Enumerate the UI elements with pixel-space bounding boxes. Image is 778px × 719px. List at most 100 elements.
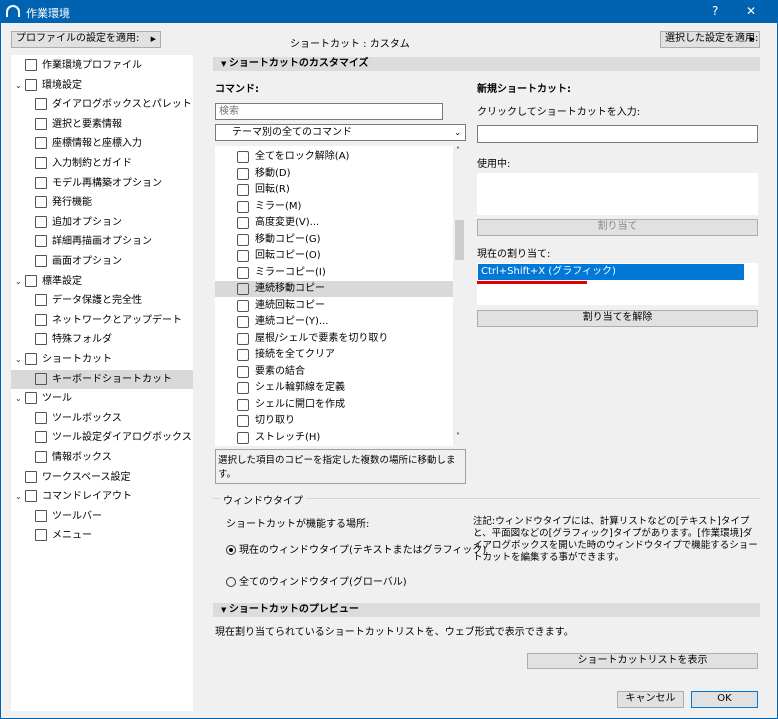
in-use-label: 使用中: bbox=[477, 159, 511, 170]
apply-selected-label: 選択した設定を適用: bbox=[665, 33, 759, 44]
in-use-list[interactable] bbox=[477, 173, 758, 215]
radio-all-window-types[interactable]: 全てのウィンドウタイプ(グローバル) bbox=[226, 573, 407, 588]
command-item[interactable]: 要素の結合 bbox=[215, 364, 453, 380]
chevron-down-icon[interactable]: ⌄ bbox=[15, 76, 25, 95]
apply-selected-button[interactable]: 選択した設定を適用: ▶ bbox=[660, 31, 760, 48]
command-item[interactable]: 高度変更(V)... bbox=[215, 215, 453, 231]
command-item[interactable]: 連続移動コピー bbox=[215, 281, 453, 297]
tree-item[interactable]: ⌄ 標準設定 bbox=[15, 272, 82, 291]
command-list[interactable]: ストレッチ(H) 切り取り シェルに開口を作成 シェル輪郭線を定義 要素の結合 接続を全て… bbox=[215, 146, 466, 446]
show-shortcut-list-button[interactable]: ショートカットリストを表示 bbox=[527, 653, 758, 669]
command-filter-select[interactable]: テーマ別の全てのコマンド ⌄ bbox=[215, 124, 466, 141]
tree-item-label: 環境設定 bbox=[42, 79, 82, 91]
tree-item[interactable]: ⌄ 環境設定 bbox=[15, 76, 82, 95]
tree-item[interactable]: 選択と要素情報 bbox=[35, 115, 122, 134]
tree-item-icon bbox=[35, 294, 47, 307]
settings-tree[interactable]: 作業環境プロファイル ⌄ 環境設定 ダイアログボックスとパレット 選択と要素情報 座標情報… bbox=[11, 55, 193, 711]
tree-item[interactable]: ⌄ ショートカット bbox=[15, 350, 112, 369]
command-item[interactable]: シェル輪郭線を定義 bbox=[215, 380, 453, 396]
current-assignment-list[interactable]: Ctrl+Shift+X (グラフィック) bbox=[477, 263, 758, 305]
command-item[interactable]: 全てをロック解除(A) bbox=[215, 149, 453, 165]
tree-item-icon bbox=[35, 509, 47, 522]
help-button[interactable]: ? bbox=[712, 4, 718, 18]
command-item[interactable]: ミラーコピー(I) bbox=[215, 265, 453, 281]
tree-item-icon bbox=[35, 235, 47, 248]
tree-item[interactable]: ツールボックス bbox=[35, 409, 122, 428]
command-item[interactable]: 屋根/シェルで要素を切り取り bbox=[215, 331, 453, 347]
tree-item[interactable]: モデル再構築オプション bbox=[35, 174, 162, 193]
tree-item[interactable]: ツールバー bbox=[35, 507, 102, 526]
tree-item-icon bbox=[25, 470, 37, 483]
tree-item[interactable]: 座標情報と座標入力 bbox=[35, 134, 142, 153]
tree-item[interactable]: 作業環境プロファイル bbox=[15, 56, 142, 75]
tree-item-label: 画面オプション bbox=[52, 256, 122, 267]
tree-item[interactable]: 詳細再描画オプション bbox=[35, 232, 152, 251]
ok-button[interactable]: OK bbox=[691, 691, 758, 708]
command-item[interactable]: 連続コピー(Y)... bbox=[215, 314, 453, 330]
assignment-item[interactable]: Ctrl+Shift+X (グラフィック) bbox=[478, 264, 744, 280]
command-icon bbox=[237, 332, 249, 345]
command-item[interactable]: 接続を全てクリア bbox=[215, 347, 453, 363]
scroll-up-icon[interactable]: ˄ bbox=[456, 146, 460, 155]
tree-item-label: ツールボックス bbox=[52, 412, 122, 424]
command-icon bbox=[237, 299, 249, 312]
command-icon bbox=[237, 200, 249, 213]
tree-item[interactable]: ワークスペース設定 bbox=[15, 468, 131, 487]
command-item[interactable]: 連続回転コピー bbox=[215, 298, 453, 314]
chevron-down-icon[interactable]: ⌄ bbox=[15, 272, 25, 291]
tree-item[interactable]: ⌄ コマンドレイアウト bbox=[15, 487, 132, 506]
assign-button[interactable]: 割り当て bbox=[477, 219, 758, 236]
tree-item[interactable]: 入力制約とガイド bbox=[35, 154, 132, 173]
tree-item[interactable]: ツール設定ダイアログボックス bbox=[35, 428, 192, 447]
tree-item[interactable]: 情報ボックス bbox=[35, 448, 112, 467]
tree-item[interactable]: 画面オプション bbox=[35, 252, 122, 271]
chevron-down-icon[interactable]: ⌄ bbox=[15, 350, 25, 369]
command-search-input[interactable] bbox=[215, 103, 443, 120]
command-item[interactable]: シェルに開口を作成 bbox=[215, 397, 453, 413]
tree-item-label: ダイアログボックスとパレット bbox=[52, 99, 192, 111]
tree-item-icon bbox=[25, 490, 37, 503]
tree-item-label: 座標情報と座標入力 bbox=[52, 138, 142, 150]
command-item[interactable]: 回転(R) bbox=[215, 182, 453, 198]
scrollbar-thumb[interactable] bbox=[455, 220, 464, 260]
tree-item[interactable]: 追加オプション bbox=[35, 213, 122, 232]
unassign-button[interactable]: 割り当てを解除 bbox=[477, 310, 758, 327]
command-icon bbox=[237, 266, 249, 279]
chevron-down-icon[interactable]: ⌄ bbox=[15, 389, 25, 408]
scroll-down-icon[interactable]: ˅ bbox=[456, 432, 460, 441]
command-item[interactable]: 切り取り bbox=[215, 413, 453, 429]
chevron-down-icon: ⌄ bbox=[454, 128, 461, 137]
cancel-button[interactable]: キャンセル bbox=[617, 691, 684, 708]
preview-section-header[interactable]: ▼ ショートカットのプレビュー bbox=[213, 603, 760, 617]
tree-item-icon bbox=[35, 137, 47, 150]
tree-item-icon bbox=[35, 451, 47, 463]
command-label: シェルに開口を作成 bbox=[255, 398, 345, 410]
tree-item[interactable]: ⌄ ツール bbox=[15, 389, 72, 408]
tree-item[interactable]: ネットワークとアップデート bbox=[35, 311, 182, 330]
tree-item-label: モデル再構築オプション bbox=[52, 177, 162, 189]
tree-item[interactable]: 特殊フォルダ bbox=[35, 330, 112, 349]
command-item[interactable]: ミラー(M) bbox=[215, 199, 453, 215]
tree-item[interactable]: メニュー bbox=[35, 526, 92, 545]
command-label: 連続コピー(Y)... bbox=[255, 316, 329, 327]
close-button[interactable]: ✕ bbox=[746, 4, 756, 18]
command-item[interactable]: 移動(D) bbox=[215, 166, 453, 182]
tree-item[interactable]: ダイアログボックスとパレット bbox=[35, 95, 192, 114]
command-item[interactable]: 移動コピー(G) bbox=[215, 232, 453, 248]
tree-item[interactable]: データ保護と完全性 bbox=[35, 291, 142, 310]
customize-section-header[interactable]: ▼ ショートカットのカスタマイズ bbox=[213, 57, 760, 71]
tree-item-icon bbox=[35, 333, 47, 346]
apply-profile-button[interactable]: プロファイルの設定を適用: ▶ bbox=[11, 31, 161, 48]
tree-item-label: 追加オプション bbox=[52, 216, 122, 228]
command-item[interactable]: ストレッチ(H) bbox=[215, 430, 453, 446]
arrow-right-icon: ▶ bbox=[749, 35, 755, 43]
command-item[interactable]: 回転コピー(O) bbox=[215, 248, 453, 264]
tree-item[interactable]: キーボードショートカット bbox=[11, 369, 193, 389]
radio-current-window-type[interactable]: 現在のウィンドウタイプ(テキストまたはグラフィック) bbox=[226, 541, 486, 556]
chevron-down-icon[interactable]: ⌄ bbox=[15, 487, 25, 506]
command-label: 回転コピー(O) bbox=[255, 250, 321, 261]
tree-item-icon bbox=[25, 78, 37, 91]
tree-item[interactable]: 発行機能 bbox=[35, 193, 92, 212]
scrollbar[interactable]: ˄ ˅ bbox=[453, 146, 466, 446]
new-shortcut-input[interactable] bbox=[477, 125, 758, 143]
